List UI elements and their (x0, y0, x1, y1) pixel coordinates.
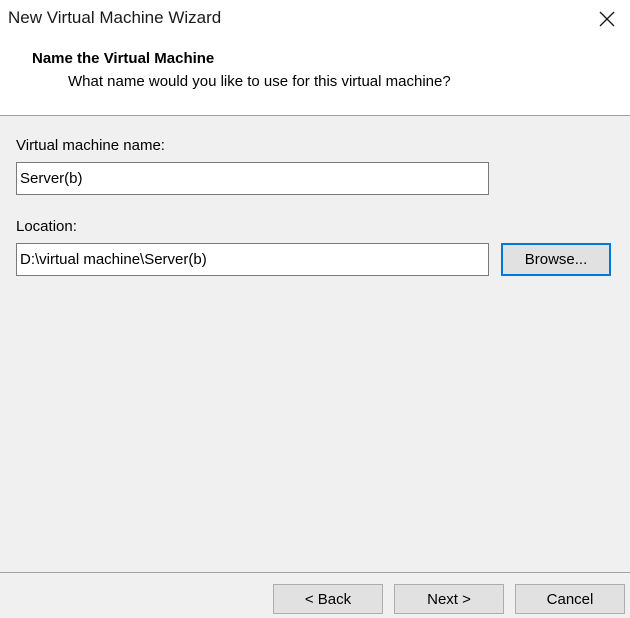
title-bar: New Virtual Machine Wizard (0, 0, 630, 38)
close-icon (599, 11, 615, 27)
window-title: New Virtual Machine Wizard (8, 8, 222, 27)
wizard-header: Name the Virtual Machine What name would… (0, 38, 630, 116)
cancel-button[interactable]: Cancel (515, 584, 625, 614)
footer-separator (0, 572, 630, 573)
next-button[interactable]: Next > (394, 584, 504, 614)
page-title: Name the Virtual Machine (32, 50, 215, 67)
location-input[interactable]: D:\virtual machine\Server(b) (16, 243, 489, 276)
vm-name-label: Virtual machine name: (16, 137, 165, 154)
location-label: Location: (16, 218, 77, 235)
back-button[interactable]: < Back (273, 584, 383, 614)
browse-button[interactable]: Browse... (501, 243, 611, 276)
close-button[interactable] (584, 0, 630, 38)
vm-name-input[interactable]: Server(b) (16, 162, 489, 195)
page-subtitle: What name would you like to use for this… (68, 73, 451, 90)
